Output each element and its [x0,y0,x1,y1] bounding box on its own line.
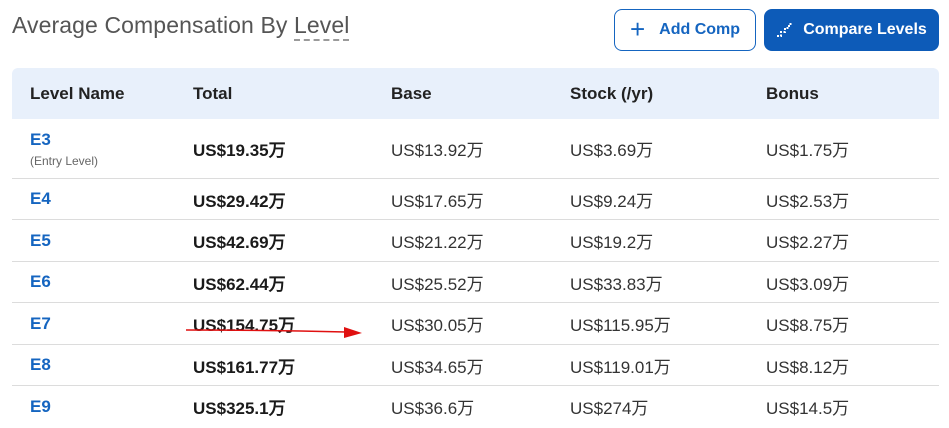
add-comp-label: Add Comp [659,21,741,38]
bonus-value: US$2.27万 [766,233,850,252]
table-row[interactable]: E6 US$62.44万 US$25.52万 US$33.83万 US$3.09… [12,262,939,303]
total-value: US$42.69万 [193,233,286,252]
table-header: Level Name Total Base Stock (/yr) Bonus [12,68,939,119]
col-level-name[interactable]: Level Name [12,84,193,104]
col-bonus[interactable]: Bonus [766,84,939,104]
base-value: US$17.65万 [391,191,484,211]
bonus-value: US$8.12万 [766,357,850,377]
bonus-value: US$3.09万 [766,274,850,294]
stock-value: US$274万 [570,399,649,418]
col-base[interactable]: Base [391,84,570,104]
bonus-value: US$14.5万 [766,399,850,418]
red-arrow-annotation [186,327,362,338]
stairs-icon [777,23,794,37]
base-value: US$25.52万 [391,274,484,294]
stock-value: US$33.83万 [570,274,663,294]
base-value: US$34.65万 [391,357,484,377]
title-level-tooltip[interactable]: Level [293,12,350,41]
stock-value: US$115.95万 [570,316,671,335]
total-value: US$19.35万 [193,141,286,160]
level-link[interactable]: E8 [30,355,51,374]
bonus-value: US$2.53万 [766,191,850,211]
compare-levels-button[interactable]: Compare Levels [764,9,939,51]
total-value: US$62.44万 [193,274,286,294]
page-header: Average Compensation By Level + Add Comp… [12,0,939,60]
table-row[interactable]: E5 US$42.69万 US$21.22万 US$19.2万 US$2.27万 [12,220,939,262]
compensation-table: Level Name Total Base Stock (/yr) Bonus … [12,68,939,427]
base-value: US$13.92万 [391,141,484,160]
stock-value: US$9.24万 [570,191,654,211]
plus-icon: + [629,13,646,44]
level-sublabel: (Entry Level) [30,153,99,168]
add-comp-button[interactable]: + Add Comp [614,9,756,51]
level-link[interactable]: E7 [30,314,51,333]
bonus-value: US$1.75万 [766,141,850,160]
table-row[interactable]: E3 (Entry Level) US$19.35万 US$13.92万 US$3… [12,119,939,179]
total-value: US$29.42万 [193,191,286,211]
bonus-value: US$8.75万 [766,316,850,335]
col-stock[interactable]: Stock (/yr) [570,84,766,104]
title-prefix: Average Compensation By [12,12,294,38]
total-value: US$161.77万 [193,357,296,377]
level-link[interactable]: E4 [30,189,51,208]
table-row[interactable]: E7 US$154.75万 US$30.05万 US$115.95万 US$8.… [12,303,939,345]
level-link[interactable]: E9 [30,397,51,416]
col-total[interactable]: Total [193,84,391,104]
base-value: US$30.05万 [391,316,484,335]
total-value: US$325.1万 [193,399,286,418]
level-link[interactable]: E3 [30,130,51,149]
table-row[interactable]: E4 US$29.42万 US$17.65万 US$9.24万 US$2.53万 [12,179,939,220]
level-link[interactable]: E5 [30,231,51,250]
base-value: US$36.6万 [391,399,475,418]
stock-value: US$119.01万 [570,357,671,377]
page-title: Average Compensation By Level [12,12,350,41]
stock-value: US$3.69万 [570,141,654,160]
table-row[interactable]: E8 US$161.77万 US$34.65万 US$119.01万 US$8.… [12,345,939,386]
compare-levels-label: Compare Levels [803,21,927,38]
level-link[interactable]: E6 [30,272,51,291]
base-value: US$21.22万 [391,233,484,252]
stock-value: US$19.2万 [570,233,654,252]
table-row[interactable]: E9 US$325.1万 US$36.6万 US$274万 US$14.5万 [12,386,939,427]
